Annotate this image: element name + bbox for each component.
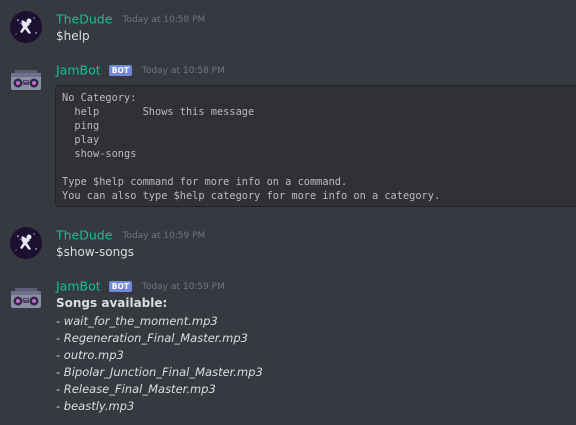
song-item: - Release_Final_Master.mp3 xyxy=(56,382,216,396)
author-name[interactable]: TheDude xyxy=(56,228,112,243)
song-item: - outro.mp3 xyxy=(56,348,124,362)
message-timestamp: Today at 10:58 PM xyxy=(122,14,206,25)
song-item: - wait_for_the_moment.mp3 xyxy=(56,314,218,328)
message-header: TheDude Today at 10:58 PM xyxy=(56,11,205,27)
song-item: - beastly.mp3 xyxy=(56,399,135,413)
message-text: $show-songs xyxy=(56,245,135,259)
author-name[interactable]: JamBot xyxy=(56,63,101,78)
message-header: TheDude Today at 10:59 PM xyxy=(56,227,205,243)
code-line: help Shows this message xyxy=(62,106,255,118)
song-item: - Regeneration_Final_Master.mp3 xyxy=(56,331,248,345)
message-header: JamBot BOT Today at 10:58 PM xyxy=(56,62,225,78)
message-header: JamBot BOT Today at 10:59 PM xyxy=(56,278,225,294)
code-line: show-songs xyxy=(62,148,137,160)
bot-badge: BOT xyxy=(108,281,132,292)
code-line: Type $help command for more info on a co… xyxy=(62,176,348,188)
jambot-avatar-icon[interactable] xyxy=(10,64,42,96)
message-timestamp: Today at 10:58 PM xyxy=(142,65,225,76)
songs-title: Songs available: xyxy=(56,296,168,310)
code-line: No Category: xyxy=(62,92,137,104)
bot-badge: BOT xyxy=(108,65,132,76)
help-code-block: No Category: help Shows this message pin… xyxy=(55,85,576,207)
message-timestamp: Today at 10:59 PM xyxy=(142,281,225,292)
thedude-avatar-icon[interactable] xyxy=(10,11,42,43)
song-item: - Bipolar_Junction_Final_Master.mp3 xyxy=(56,365,263,379)
jambot-avatar-icon[interactable] xyxy=(10,282,42,314)
code-line: play xyxy=(62,134,100,146)
author-name[interactable]: TheDude xyxy=(56,12,112,27)
message-timestamp: Today at 10:59 PM xyxy=(122,230,206,241)
author-name[interactable]: JamBot xyxy=(56,279,101,294)
thedude-avatar-icon[interactable] xyxy=(10,227,42,259)
message-text: $help xyxy=(56,29,90,43)
code-line: You can also type $help category for mor… xyxy=(62,190,441,202)
code-line: ping xyxy=(62,120,100,132)
